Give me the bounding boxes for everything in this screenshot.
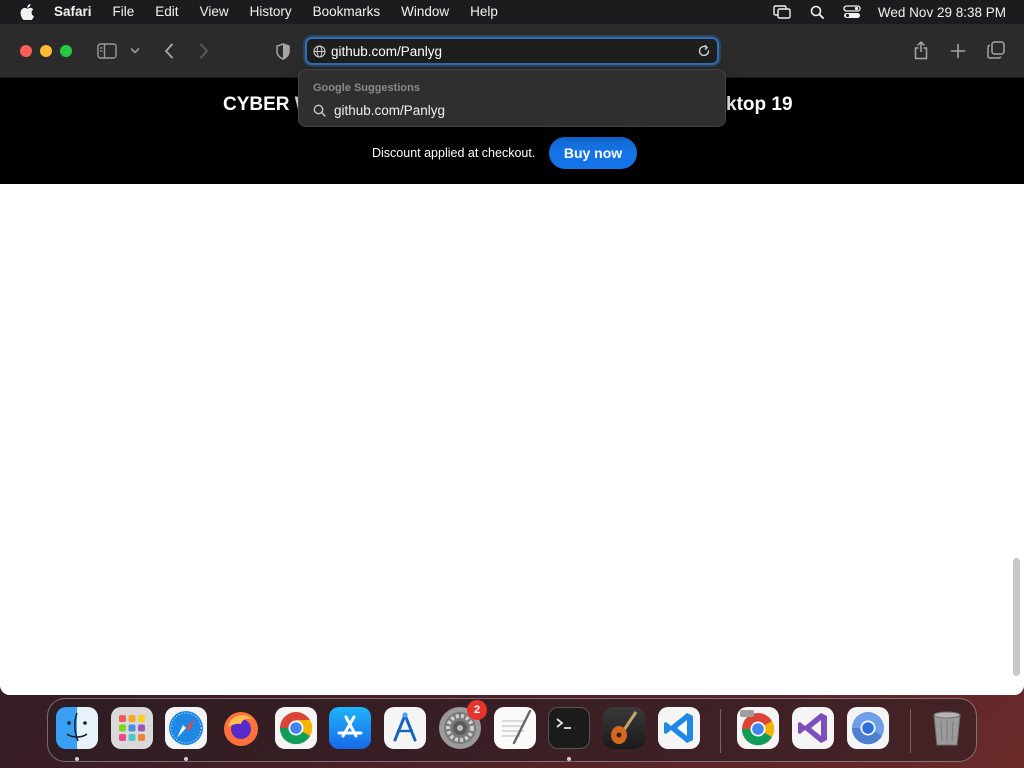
chevron-down-icon[interactable] (129, 44, 141, 58)
banner-headline-right: ktop 19 (726, 94, 793, 115)
menu-edit[interactable]: Edit (155, 0, 178, 24)
screen-mirroring-icon[interactable] (773, 3, 791, 21)
safari-window: Google Suggestions github.com/Panlyg CYB… (0, 24, 1024, 695)
privacy-shield-icon[interactable] (274, 41, 292, 61)
page-scrollbar[interactable] (1013, 558, 1020, 676)
menu-app-name[interactable]: Safari (54, 0, 92, 24)
terminal-icon[interactable] (548, 707, 590, 749)
share-icon[interactable] (911, 39, 931, 61)
garageband-icon[interactable] (603, 707, 645, 749)
firefox-icon[interactable] (220, 707, 262, 749)
menu-clock[interactable]: Wed Nov 29 8:38 PM (878, 5, 1006, 20)
vscode-icon[interactable] (658, 707, 700, 749)
zoom-window-button[interactable] (60, 45, 72, 57)
back-icon[interactable] (160, 41, 178, 61)
finder-running-indicator (75, 757, 79, 761)
dock-separator (910, 709, 911, 753)
menu-bookmarks[interactable]: Bookmarks (313, 0, 381, 24)
suggestion-item[interactable]: github.com/Panlyg (313, 100, 445, 120)
safari-running-indicator (184, 757, 188, 761)
menu-file[interactable]: File (113, 0, 135, 24)
launchpad-icon[interactable] (111, 707, 153, 749)
discount-text: Discount applied at checkout. (372, 146, 536, 160)
new-tab-icon[interactable] (948, 41, 968, 61)
forward-icon[interactable] (195, 41, 213, 61)
control-center-icon[interactable] (843, 3, 861, 21)
terminal-running-indicator (567, 757, 571, 761)
chromium-icon[interactable] (847, 707, 889, 749)
textedit-icon[interactable] (494, 707, 536, 749)
chrome-dev-icon[interactable] (737, 707, 779, 749)
app-store-icon[interactable] (329, 707, 371, 749)
tab-overview-icon[interactable] (985, 40, 1007, 60)
buy-now-button[interactable]: Buy now (549, 137, 637, 169)
address-input[interactable] (331, 40, 691, 62)
visual-studio-icon[interactable] (792, 707, 834, 749)
chrome-icon[interactable] (275, 707, 317, 749)
menu-history[interactable]: History (250, 0, 292, 24)
address-suggestions-dropdown: Google Suggestions github.com/Panlyg (298, 69, 726, 127)
menu-help[interactable]: Help (470, 0, 498, 24)
menu-view[interactable]: View (200, 0, 229, 24)
menu-bar: Safari File Edit View History Bookmarks … (0, 0, 1024, 24)
settings-notification-badge: 2 (467, 700, 487, 720)
dock-separator (720, 709, 721, 753)
instruments-icon[interactable] (384, 707, 426, 749)
suggestions-header: Google Suggestions (313, 82, 420, 94)
menu-window[interactable]: Window (401, 0, 449, 24)
address-bar[interactable] (305, 37, 719, 65)
apple-menu-icon[interactable] (16, 0, 38, 24)
minimize-window-button[interactable] (40, 45, 52, 57)
safari-dock-icon[interactable] (165, 707, 207, 749)
search-icon (313, 103, 327, 117)
finder-icon[interactable] (56, 707, 98, 749)
dock (47, 698, 977, 762)
globe-icon (313, 44, 327, 58)
suggestion-item-label: github.com/Panlyg (334, 102, 446, 118)
page-content (0, 184, 1024, 695)
sidebar-icon[interactable] (96, 42, 118, 60)
banner-headline-left: CYBER W (223, 94, 298, 115)
reload-icon[interactable] (697, 44, 711, 58)
spotlight-search-icon[interactable] (808, 3, 826, 21)
trash-icon[interactable] (926, 707, 968, 749)
close-window-button[interactable] (20, 45, 32, 57)
